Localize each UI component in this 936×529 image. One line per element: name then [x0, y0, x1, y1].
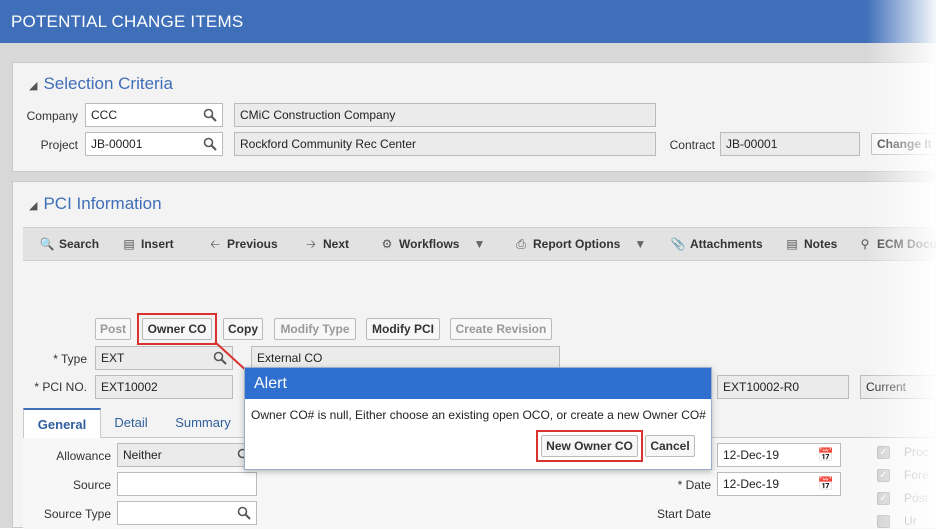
company-input[interactable]: CCC — [85, 103, 223, 127]
date-field-2[interactable]: 12-Dec-19 📅 — [717, 472, 841, 496]
company-label: Company — [26, 109, 78, 123]
alert-dialog: Alert Owner CO# is null, Either choose a… — [244, 367, 712, 470]
dropdown-arrow-icon: ▼ — [473, 237, 486, 251]
copy-button[interactable]: Copy — [223, 318, 263, 340]
toolbar-attachments[interactable]: 📎 Attachments — [670, 228, 763, 260]
calendar-icon[interactable]: 📅 — [818, 444, 834, 466]
owner-co-button[interactable]: Owner CO — [142, 318, 212, 340]
toolbar-search[interactable]: 🔍 Search — [39, 228, 100, 260]
checkbox[interactable]: ✓ — [877, 469, 890, 482]
tab-detail[interactable]: Detail — [105, 408, 157, 438]
checkbox[interactable] — [877, 515, 890, 528]
page-title: POTENTIAL CHANGE ITEMS — [0, 0, 936, 43]
project-input[interactable]: JB-00001 — [85, 132, 223, 156]
notes-icon: ▤ — [786, 237, 798, 251]
pci-information-header[interactable]: ◢ PCI Information — [29, 194, 162, 214]
project-label: Project — [40, 138, 78, 152]
create-revision-button[interactable]: Create Revision — [450, 318, 552, 340]
source-type-input[interactable] — [117, 501, 257, 525]
collapse-triangle-icon: ◢ — [29, 80, 38, 92]
calendar-icon[interactable]: 📅 — [818, 473, 834, 495]
selection-criteria-header[interactable]: ◢ Selection Criteria — [29, 74, 173, 94]
insert-row-icon: ▤ — [123, 237, 135, 251]
checkbox-label: Post — [904, 491, 929, 505]
alert-title: Alert — [245, 368, 711, 399]
paperclip-icon: 📎 — [670, 237, 686, 251]
pci-toolbar: 🔍 Search ▤ Insert 🡠 Previous 🡢 Next ⚙ Workflo… — [23, 227, 936, 261]
checkbox-label: Fore — [904, 468, 929, 482]
post-button[interactable]: Post — [95, 318, 131, 340]
tab-general[interactable]: General — [23, 408, 101, 438]
collapse-triangle-icon: ◢ — [29, 200, 38, 212]
toolbar-ecm-documents[interactable]: ⚲ ECM Docu — [857, 228, 936, 260]
allowance-label: Allowance — [56, 449, 111, 463]
new-owner-co-button[interactable]: New Owner CO — [541, 435, 638, 457]
toolbar-workflows[interactable]: ⚙ Workflows ▼ — [379, 228, 486, 260]
start-date-label: Start Date — [656, 507, 711, 521]
contract-field: JB-00001 — [720, 132, 860, 156]
toolbar-next[interactable]: 🡢 Next — [303, 228, 349, 260]
source-input[interactable] — [117, 472, 257, 496]
printer-icon: ⎙ — [516, 237, 526, 251]
selection-criteria-panel: ◢ Selection Criteria Company CCC CMiC Con… — [12, 62, 936, 172]
contract-label: Contract — [669, 138, 715, 152]
toolbar-notes[interactable]: ▤ Notes — [784, 228, 837, 260]
section-title: Selection Criteria — [43, 74, 173, 93]
section-title: PCI Information — [43, 194, 162, 213]
revision-field: EXT10002-R0 — [717, 375, 849, 399]
date-field-1[interactable]: 12-Dec-19 📅 — [717, 443, 841, 467]
workflow-gears-icon: ⚙ — [381, 237, 393, 251]
checkbox[interactable]: ✓ — [877, 492, 890, 505]
toolbar-previous[interactable]: 🡠 Previous — [207, 228, 278, 260]
toolbar-insert[interactable]: ▤ Insert — [121, 228, 173, 260]
date-label: * Date — [677, 478, 711, 492]
type-label: * Type — [53, 352, 87, 366]
change-item-button[interactable]: Change It — [871, 133, 936, 155]
source-type-label: Source Type — [43, 507, 111, 521]
cancel-button[interactable]: Cancel — [645, 435, 695, 457]
pci-information-panel: ◢ PCI Information 🔍 Search ▤ Insert 🡠 Previo… — [12, 181, 936, 529]
dropdown-arrow-icon: ▼ — [634, 237, 647, 251]
search-icon[interactable] — [203, 108, 217, 122]
arrow-left-icon: 🡠 — [210, 237, 220, 251]
project-name-field: Rockford Community Rec Center — [234, 132, 656, 156]
search-icon[interactable] — [237, 506, 251, 520]
tab-summary[interactable]: Summary — [165, 408, 241, 438]
checkbox-label: Proc — [904, 445, 929, 459]
arrow-right-icon: 🡢 — [306, 237, 316, 251]
checkbox-label: Ur — [904, 514, 917, 528]
modify-pci-button[interactable]: Modify PCI — [366, 318, 440, 340]
pci-no-label: * PCI NO. — [34, 380, 87, 394]
company-name-field: CMiC Construction Company — [234, 103, 656, 127]
alert-message: Owner CO# is null, Either choose an exis… — [251, 408, 706, 422]
source-label: Source — [72, 478, 111, 492]
allowance-select[interactable]: Neither — [117, 443, 257, 467]
checkbox[interactable]: ✓ — [877, 446, 890, 459]
search-document-icon: 🔍 — [39, 237, 55, 251]
modify-type-button[interactable]: Modify Type — [274, 318, 356, 340]
toolbar-report-options[interactable]: ⎙ Report Options ▼ — [513, 228, 646, 260]
status-field: Current — [860, 375, 936, 399]
search-icon[interactable] — [203, 137, 217, 151]
ecm-icon: ⚲ — [860, 237, 870, 251]
